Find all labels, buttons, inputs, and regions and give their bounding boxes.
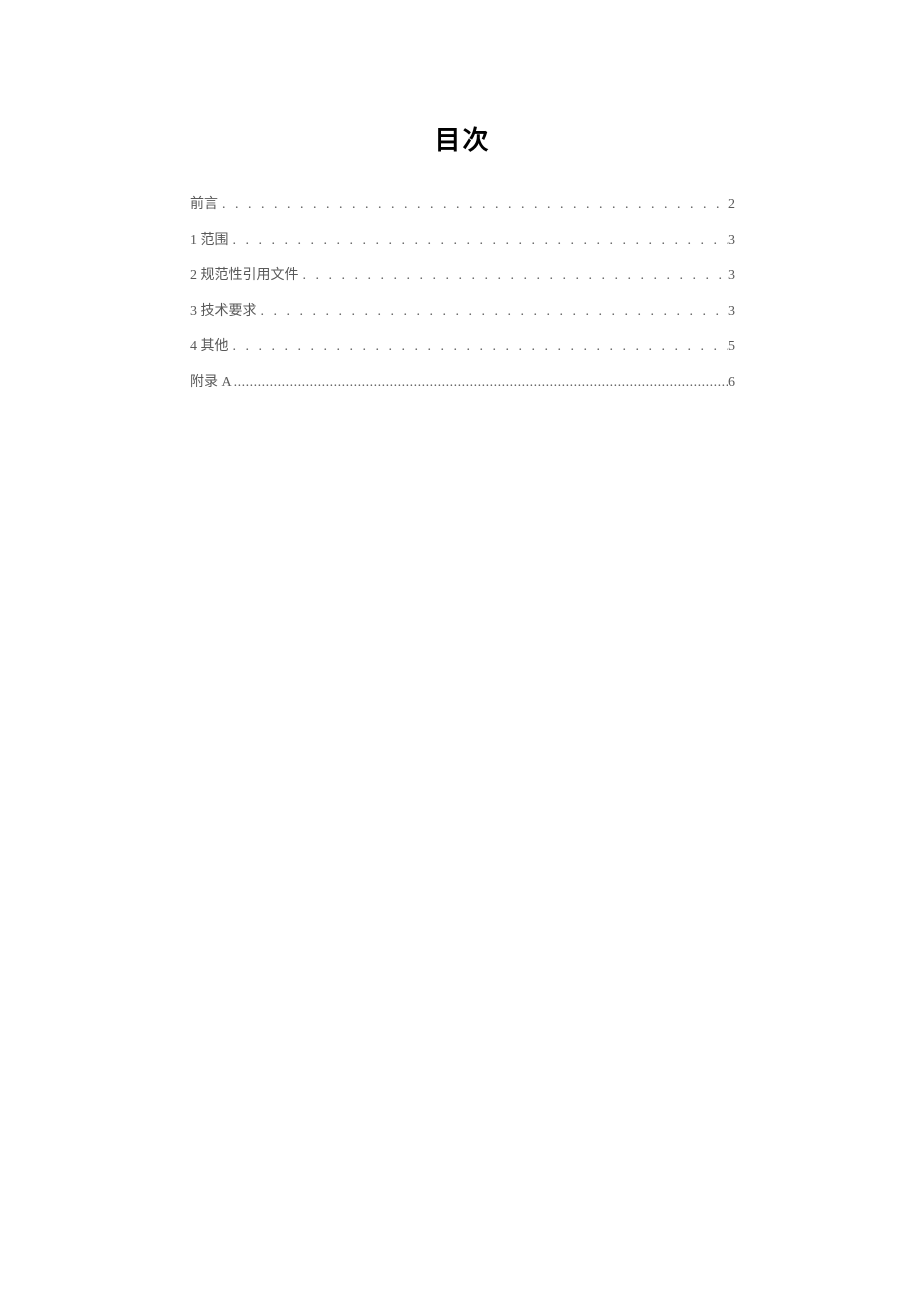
toc-entry: 2 规范性引用文件 3 [190, 266, 735, 286]
toc-entry: 附录 A 6 [190, 373, 735, 393]
toc-leader-dots [229, 337, 729, 357]
toc-page-number: 3 [728, 231, 735, 251]
toc-label: 前言 [190, 195, 218, 215]
toc-label: 2 规范性引用文件 [190, 266, 299, 286]
toc-leader-dots [299, 266, 729, 286]
toc-page-number: 3 [728, 266, 735, 286]
toc-title: 目次 [190, 120, 735, 157]
toc-entry: 3 技术要求 3 [190, 302, 735, 322]
toc-leader-dots [229, 231, 729, 251]
toc-leader-dots [232, 373, 728, 393]
toc-entry: 前言 2 [190, 195, 735, 215]
page-content: 目次 前言 2 1 范围 3 2 规范性引用文件 3 3 技术要求 3 4 其他… [0, 0, 920, 393]
toc-label: 3 技术要求 [190, 302, 257, 322]
toc-leader-dots [257, 302, 729, 322]
toc-page-number: 5 [728, 337, 735, 357]
toc-leader-dots [218, 195, 728, 215]
toc-entry: 4 其他 5 [190, 337, 735, 357]
toc-label: 附录 A [190, 373, 232, 393]
toc-page-number: 2 [728, 195, 735, 215]
toc-page-number: 6 [728, 373, 735, 393]
toc-label: 1 范围 [190, 231, 229, 251]
toc-label: 4 其他 [190, 337, 229, 357]
toc-page-number: 3 [728, 302, 735, 322]
toc-entry: 1 范围 3 [190, 231, 735, 251]
